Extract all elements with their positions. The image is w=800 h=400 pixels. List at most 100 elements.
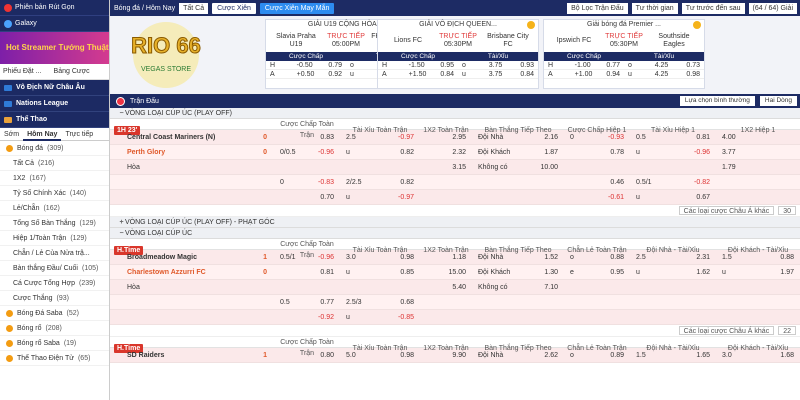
odds-value[interactable]: 2.31 xyxy=(693,250,713,265)
odds-cell[interactable]: 2.32 xyxy=(420,145,472,160)
market-select[interactable]: Tất Cả xyxy=(179,2,209,14)
odds-value[interactable]: 1.68 xyxy=(777,348,797,363)
sidebar-item[interactable]: 1X2 (167) xyxy=(0,171,109,186)
odds-value[interactable]: 1.65 xyxy=(693,348,713,363)
odds-cell[interactable]: u -0.85 xyxy=(340,310,420,325)
more-bets-select[interactable]: Các loại cược Châu Á khác xyxy=(678,206,775,215)
odds-value[interactable]: 0.80 xyxy=(317,348,337,363)
lucky-parlay-button[interactable]: Cược Xiên May Mắn xyxy=(259,2,335,14)
odds-cell[interactable]: u 0.82 xyxy=(340,145,420,160)
sidebar-item[interactable]: Tất Cả (216) xyxy=(0,156,109,171)
odds-value[interactable]: 0.95 xyxy=(607,265,627,280)
odds-value[interactable]: 0.77 xyxy=(317,295,337,310)
odds-value[interactable]: 0.93 xyxy=(511,61,538,69)
odds-value[interactable]: 0.46 xyxy=(607,175,627,190)
odds-value[interactable]: 0.79 xyxy=(319,61,346,69)
odds-value[interactable]: 0.95 xyxy=(431,61,458,69)
odds-value[interactable]: 1.30 xyxy=(541,265,561,280)
odds-cell[interactable]: 0/0.5 -0.96 xyxy=(274,145,340,160)
odds-cell[interactable]: 0.5/1 -0.96 xyxy=(274,250,340,265)
odds-value[interactable]: 0.98 xyxy=(397,250,417,265)
odds-value[interactable]: 0.82 xyxy=(397,145,417,160)
odds-cell[interactable]: 0 -0.93 xyxy=(564,130,630,145)
odds-value[interactable]: 0.84 xyxy=(431,70,458,78)
odds-value[interactable]: 10.00 xyxy=(537,160,561,175)
odds-value[interactable]: 1.52 xyxy=(541,250,561,265)
sidebar-item[interactable]: Hiệp 1/Toàn Trận (129) xyxy=(0,231,109,246)
odds-cell[interactable]: Không có 7.10 xyxy=(472,280,564,295)
view-mode-select[interactable]: Lựa chọn bình thường xyxy=(679,96,755,106)
odds-value[interactable]: 0.89 xyxy=(607,348,627,363)
odds-value[interactable]: -0.85 xyxy=(395,310,417,325)
odds-value[interactable] xyxy=(791,130,797,145)
odds-value[interactable]: -0.83 xyxy=(315,175,337,190)
odds-value[interactable]: -0.96 xyxy=(315,145,337,160)
odds-cell[interactable]: 5.0 0.98 xyxy=(340,348,420,363)
tab-today[interactable]: Hôm Nay xyxy=(23,128,62,141)
odds-value[interactable]: 0.77 xyxy=(597,61,624,69)
sidebar-item[interactable]: Chẵn / Lẻ Của Nửa trậ... xyxy=(0,246,109,261)
odds-cell[interactable]: o 0.89 xyxy=(564,348,630,363)
time-order-select[interactable]: Tư trước đến sau xyxy=(681,2,745,14)
odds-cell[interactable]: u -0.96 xyxy=(630,145,716,160)
sidebar-item[interactable]: Bóng đá (309) xyxy=(0,141,109,156)
odds-cell[interactable]: 0.46 xyxy=(564,175,630,190)
odds-cell[interactable]: 0.5/1 -0.82 xyxy=(630,175,716,190)
bet-board-tab[interactable]: Bảng Cược xyxy=(54,68,90,75)
odds-cell[interactable]: u 1.97 xyxy=(716,265,800,280)
odds-cell[interactable]: 0 -0.83 xyxy=(274,175,340,190)
odds-value[interactable]: -0.97 xyxy=(395,130,417,145)
odds-cell[interactable]: 0.5 0.77 xyxy=(274,295,340,310)
odds-cell[interactable]: -0.61 xyxy=(564,190,630,205)
odds-cell[interactable]: 9.90 xyxy=(420,348,472,363)
odds-cell[interactable]: Đội Nhà 2.62 xyxy=(472,348,564,363)
odds-cell[interactable]: 1.5 0.88 xyxy=(716,250,800,265)
odds-value[interactable]: 0.98 xyxy=(397,348,417,363)
odds-cell[interactable]: Đội Nhà 1.52 xyxy=(472,250,564,265)
team-name[interactable]: Central Coast Mariners (N) 0 xyxy=(124,130,274,145)
sidebar-item[interactable]: Bóng rổ (208) xyxy=(0,321,109,336)
odds-cell[interactable]: e 0.95 xyxy=(564,265,630,280)
odds-value[interactable]: 0.68 xyxy=(397,295,417,310)
page-select[interactable]: 30 xyxy=(778,206,796,215)
league-nations[interactable]: Nations League xyxy=(0,96,109,112)
odds-cell[interactable]: 3.77 xyxy=(716,145,800,160)
odds-cell[interactable]: u 1.62 xyxy=(630,265,716,280)
odds-cell[interactable]: 15.00 xyxy=(420,265,472,280)
team-name[interactable]: Charlestown Azzurri FC 0 xyxy=(124,265,274,280)
odds-value[interactable] xyxy=(791,145,797,160)
odds-value[interactable]: 1.62 xyxy=(693,265,713,280)
league-count[interactable]: (64 / 64) Giải xyxy=(748,2,797,14)
odds-value[interactable]: 0.82 xyxy=(397,175,417,190)
team-name[interactable]: Broadmeadow Magic 1 xyxy=(124,250,274,265)
row-mode-select[interactable]: Hai Dòng xyxy=(759,96,797,106)
odds-cell[interactable]: 2.95 xyxy=(420,130,472,145)
odds-cell[interactable]: 0.81 xyxy=(274,265,340,280)
page-select[interactable]: 22 xyxy=(778,326,796,335)
odds-cell[interactable]: -0.92 xyxy=(274,310,340,325)
bet-slip-tab[interactable]: Phiếu Đặt ... xyxy=(3,68,42,75)
odds-cell[interactable]: u -0.97 xyxy=(340,190,420,205)
odds-cell[interactable]: 1.79 xyxy=(716,160,800,175)
odds-cell[interactable]: 2.5/3 0.68 xyxy=(340,295,420,310)
odds-value[interactable]: 0.92 xyxy=(319,70,346,78)
odds-value[interactable]: 0.84 xyxy=(511,70,538,78)
odds-cell[interactable]: 1.18 xyxy=(420,250,472,265)
sort-select[interactable]: Tư thời gian xyxy=(631,2,678,14)
sidebar-item[interactable]: Tổng Số Bàn Thắng (129) xyxy=(0,216,109,231)
featured-match-card[interactable]: GIẢI VÔ ĐỊCH QUEEN... Lions FC TRỰC TIẾP 05… xyxy=(377,19,539,89)
featured-match-card[interactable]: Giải bóng đá Premier ... Ipswich FC TRỰC T… xyxy=(543,19,705,89)
odds-value[interactable]: -0.93 xyxy=(605,130,627,145)
odds-cell[interactable]: u 0.85 xyxy=(340,265,420,280)
odds-value[interactable]: 1.87 xyxy=(541,145,561,160)
odds-cell[interactable]: 5.40 xyxy=(420,280,472,295)
odds-value[interactable]: 0.94 xyxy=(597,70,624,78)
league-section-2[interactable]: +VÒNG LOẠI CÚP ÚC (PLAY OFF) - PHẠT GÓC xyxy=(110,217,800,228)
compact-version-link[interactable]: Phiên bản Rút Gọn xyxy=(0,0,109,16)
odds-value[interactable]: -0.82 xyxy=(691,175,713,190)
sidebar-item[interactable]: Tỷ Số Chính Xác (140) xyxy=(0,186,109,201)
odds-cell[interactable]: Đội Khách 1.87 xyxy=(472,145,564,160)
odds-value[interactable]: -0.92 xyxy=(315,310,337,325)
odds-value[interactable]: 0.88 xyxy=(777,250,797,265)
odds-value[interactable]: 0.85 xyxy=(397,265,417,280)
